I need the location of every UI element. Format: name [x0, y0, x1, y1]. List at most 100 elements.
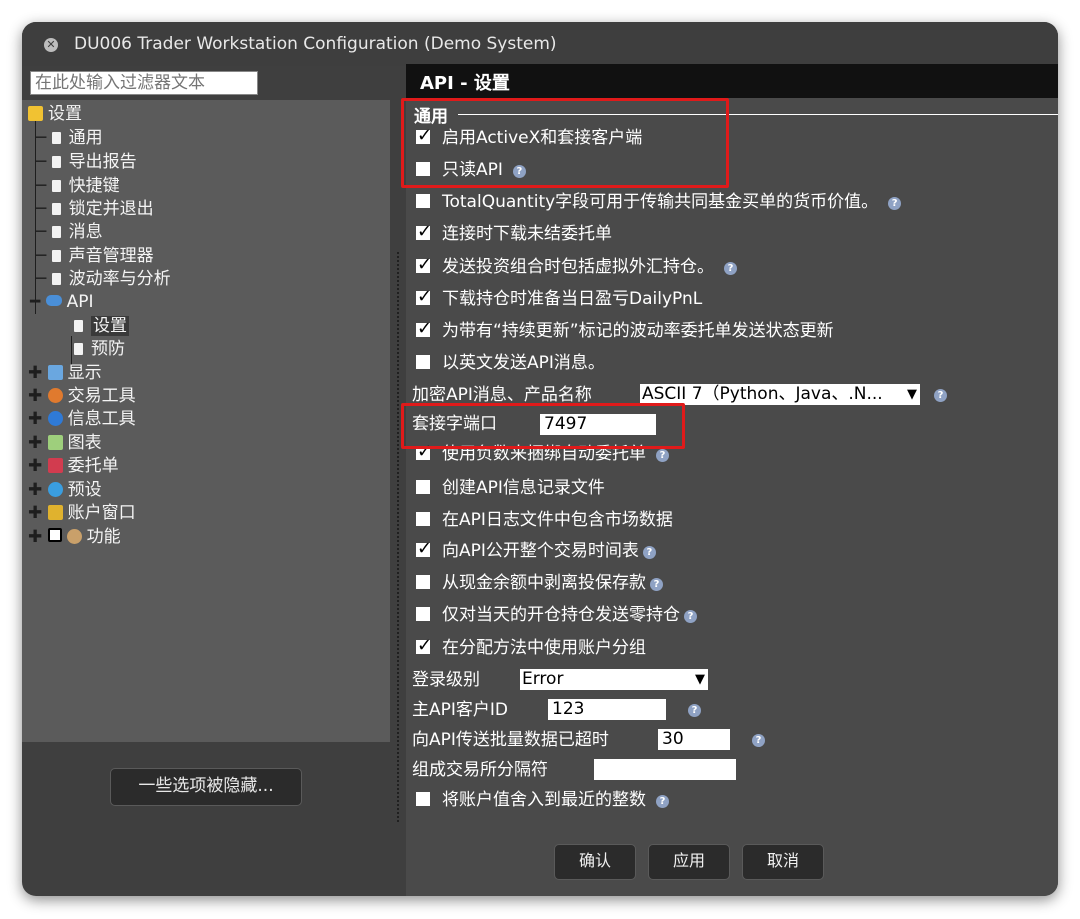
checkbox[interactable] — [416, 317, 432, 341]
tree-item-api-settings[interactable]: 设置 — [74, 315, 129, 337]
option-include-market-data[interactable]: 在API日志文件中包含市场数据 — [416, 508, 673, 532]
tree-group-info-tools[interactable]: ✚ 信息工具 — [28, 408, 136, 430]
option-account-groups[interactable]: 在分配方法中使用账户分组 — [416, 634, 646, 660]
document-icon — [51, 132, 61, 144]
option-total-quantity[interactable]: TotalQuantity字段可用于传输共同基金买单的货币价值。? — [416, 190, 902, 214]
master-client-id-label: 主API客户ID — [412, 700, 508, 720]
option-virtual-fx[interactable]: 发送投资组合时包括虚拟外汇持仓。? — [416, 253, 737, 279]
checkbox[interactable] — [416, 480, 430, 494]
cancel-button[interactable]: 取消 — [742, 844, 824, 880]
tree-group-orders[interactable]: ✚ 委托单 — [28, 455, 119, 477]
tree-item-volatility[interactable]: ─ 波动率与分析 — [36, 268, 171, 290]
trading-tools-icon — [47, 388, 63, 403]
tree-group-trading-tools[interactable]: ✚ 交易工具 — [28, 385, 136, 407]
option-daily-pnl[interactable]: 下载持仓时准备当日盈亏DailyPnL — [416, 285, 702, 311]
highlight-box-socket-port — [401, 403, 685, 449]
dropdown-arrow-icon: ▼ — [907, 387, 917, 402]
document-icon — [51, 273, 61, 285]
folder-icon — [28, 106, 43, 121]
tree-group-display[interactable]: ✚ 显示 — [28, 362, 102, 384]
tree-root-settings[interactable]: 设置 — [28, 103, 82, 125]
tree-group-presets[interactable]: ✚ 预设 — [28, 479, 102, 501]
config-window: ✕ DU006 Trader Workstation Configuration… — [22, 22, 1058, 896]
document-icon — [51, 203, 61, 215]
tree-group-charts[interactable]: ✚ 图表 — [28, 432, 102, 454]
option-download-open-orders[interactable]: 连接时下载未结委托单 — [416, 220, 612, 246]
master-client-id-input[interactable]: 123 — [548, 699, 666, 720]
hidden-options-button[interactable]: 一些选项被隐藏... — [110, 768, 302, 806]
close-icon[interactable]: ✕ — [44, 38, 58, 52]
log-level-label: 登录级别 — [412, 670, 480, 690]
checkbox[interactable] — [416, 194, 430, 208]
page-title: API - 设置 — [420, 73, 510, 94]
encoding-select[interactable]: ASCII 7（Python、Java、.N... ▼ — [640, 384, 920, 405]
checkbox[interactable] — [416, 607, 430, 621]
tree-item-api[interactable]: ━ API — [30, 291, 94, 313]
checkbox[interactable] — [416, 575, 430, 589]
document-icon — [51, 156, 61, 168]
tree-item-lock-exit[interactable]: ─ 锁定并退出 — [36, 198, 154, 220]
option-strip-insured-deposits[interactable]: 从现金余额中剥离投保存款? — [416, 571, 663, 595]
window-title: DU006 Trader Workstation Configuration (… — [74, 34, 557, 54]
option-volatility-status[interactable]: 为带有“持续更新”标记的波动率委托单发送状态更新 — [416, 317, 834, 343]
apply-button[interactable]: 应用 — [648, 844, 730, 880]
option-english-messages[interactable]: 以英文发送API消息。 — [416, 351, 605, 375]
filter-input[interactable] — [30, 71, 258, 95]
checkbox[interactable] — [416, 537, 432, 561]
document-icon — [51, 180, 61, 192]
option-zero-positions[interactable]: 仅对当天的开仓持仓发送零持仓? — [416, 603, 697, 627]
help-icon[interactable]: ? — [888, 197, 902, 210]
checkbox[interactable] — [416, 355, 430, 369]
document-icon — [74, 343, 83, 355]
panel-divider — [397, 252, 401, 822]
help-icon[interactable]: ? — [656, 795, 669, 808]
features-gear-icon — [66, 529, 82, 544]
help-icon[interactable]: ? — [650, 578, 663, 591]
checkbox[interactable] — [416, 792, 430, 806]
dropdown-arrow-icon: ▼ — [695, 672, 705, 687]
checkbox[interactable] — [416, 285, 432, 309]
option-create-log[interactable]: 创建API信息记录文件 — [416, 476, 605, 500]
info-icon — [47, 411, 63, 426]
settings-tree: 设置 ─ 通用 ─ 导出报告 ─ 快捷键 ─ 锁定并退出 ─ 消息 ─ 声音管理… — [22, 100, 390, 742]
chart-icon — [47, 435, 63, 450]
tree-item-hotkeys[interactable]: ─ 快捷键 — [36, 175, 120, 197]
document-icon — [51, 250, 61, 262]
checkbox[interactable] — [416, 634, 432, 658]
option-expose-schedule[interactable]: 向API公开整个交易时间表? — [416, 537, 656, 563]
tree-item-general[interactable]: ─ 通用 — [36, 127, 103, 149]
document-icon — [51, 226, 61, 238]
orders-icon — [47, 458, 63, 473]
help-icon[interactable]: ? — [684, 610, 697, 623]
tree-item-export-reports[interactable]: ─ 导出报告 — [36, 151, 137, 173]
tree-item-sound-manager[interactable]: ─ 声音管理器 — [36, 245, 154, 267]
panel-header: API - 设置 — [406, 64, 1058, 98]
display-icon — [47, 365, 63, 380]
checkbox[interactable] — [416, 512, 430, 526]
checkbox[interactable] — [416, 220, 432, 244]
tree-item-messages[interactable]: ─ 消息 — [36, 221, 103, 243]
checkbox-icon[interactable] — [47, 528, 62, 542]
checkbox[interactable] — [416, 253, 432, 277]
timeout-input[interactable]: 30 — [658, 729, 730, 750]
separator-input[interactable] — [594, 759, 736, 780]
help-icon[interactable]: ? — [724, 262, 737, 275]
tree-item-api-precautions[interactable]: 预防 — [74, 338, 125, 360]
api-arrows-icon — [45, 295, 62, 306]
settings-panel: 通用 启用ActiveX和套接客户端 只读API? TotalQuantity字… — [406, 98, 1058, 896]
presets-icon — [47, 482, 63, 497]
option-round-account-values[interactable]: 将账户值舍入到最近的整数? — [416, 788, 669, 812]
help-icon[interactable]: ? — [934, 389, 947, 402]
help-icon[interactable]: ? — [656, 449, 669, 462]
timeout-label: 向API传送批量数据已超时 — [412, 730, 609, 750]
help-icon[interactable]: ? — [752, 734, 765, 747]
log-level-select[interactable]: Error ▼ — [520, 669, 708, 690]
tree-group-features[interactable]: ✚ 功能 — [28, 526, 121, 548]
help-icon[interactable]: ? — [688, 704, 701, 717]
help-icon[interactable]: ? — [642, 546, 656, 559]
title-bar: ✕ DU006 Trader Workstation Configuration… — [22, 22, 1058, 66]
tree-group-account-window[interactable]: ✚ 账户窗口 — [28, 502, 136, 524]
ok-button[interactable]: 确认 — [554, 844, 636, 880]
highlight-box-general — [401, 98, 729, 188]
document-icon — [74, 320, 83, 332]
